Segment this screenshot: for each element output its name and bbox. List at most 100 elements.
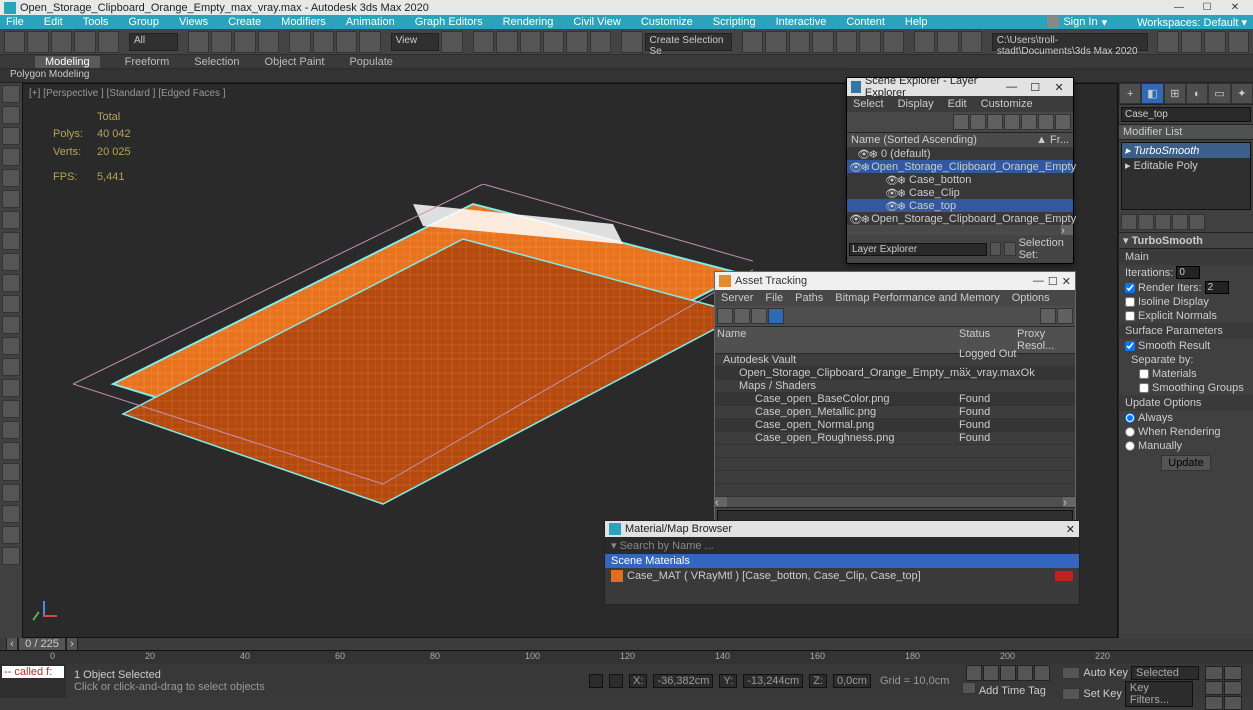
menu-tools[interactable]: Tools: [83, 16, 109, 28]
time-tag-icon[interactable]: [962, 682, 976, 694]
isoline-check[interactable]: [1125, 297, 1135, 307]
menu-group[interactable]: Group: [128, 16, 159, 28]
tab-display[interactable]: ▭: [1208, 83, 1230, 104]
undo-button[interactable]: [4, 31, 25, 53]
remove-mod-button[interactable]: [1172, 214, 1188, 230]
show-end-button[interactable]: [1138, 214, 1154, 230]
menu-rendering[interactable]: Rendering: [503, 16, 554, 28]
add-time-tag[interactable]: Add Time Tag: [979, 685, 1046, 697]
stack-editablepoly[interactable]: ▸ Editable Poly: [1122, 158, 1250, 173]
sep-sgroups-check[interactable]: [1139, 383, 1149, 393]
curve-editor-button[interactable]: [836, 31, 857, 53]
at-min-button[interactable]: —: [1033, 275, 1044, 287]
se-footer-dropdown[interactable]: [849, 243, 987, 256]
lt-18[interactable]: [2, 442, 20, 460]
menu-create[interactable]: Create: [228, 16, 261, 28]
viewport-label[interactable]: [+] [Perspective ] [Standard ] [Edged Fa…: [29, 88, 226, 99]
signin-button[interactable]: Sign In ▾: [1047, 16, 1107, 29]
at-row[interactable]: Open_Storage_Clipboard_Orange_Empty_max_…: [715, 367, 1075, 380]
material-editor-button[interactable]: [883, 31, 904, 53]
nav-max-button[interactable]: [1224, 696, 1242, 710]
z-field[interactable]: 0,0cm: [833, 674, 871, 688]
link-button[interactable]: [51, 31, 72, 53]
tab-create[interactable]: +: [1119, 83, 1141, 104]
at-menu-file[interactable]: File: [765, 292, 783, 304]
play-prev-button[interactable]: [983, 665, 999, 681]
manip-button[interactable]: [473, 31, 494, 53]
menu-modifiers[interactable]: Modifiers: [281, 16, 326, 28]
lt-22[interactable]: [2, 526, 20, 544]
se-row[interactable]: 👁❄Open_Storage_Clipboard_Orange_Empty: [847, 212, 1073, 225]
freeze-icon[interactable]: ❄: [897, 200, 908, 211]
rotate-button[interactable]: [313, 31, 334, 53]
material-section-scene[interactable]: Scene Materials: [605, 554, 1079, 568]
se-tool-7[interactable]: [1055, 114, 1071, 130]
refcoord-dropdown[interactable]: View: [391, 33, 440, 51]
iterations-spinner[interactable]: [1176, 266, 1200, 279]
at-close-button[interactable]: ✕: [1062, 275, 1071, 288]
maximize-button[interactable]: ☐: [1193, 0, 1221, 15]
render-iters-check[interactable]: [1125, 283, 1135, 293]
lt-1[interactable]: [2, 85, 20, 103]
lt-20[interactable]: [2, 484, 20, 502]
eye-icon[interactable]: 👁: [885, 187, 896, 198]
lt-16[interactable]: [2, 400, 20, 418]
render-setup-button[interactable]: [914, 31, 935, 53]
lt-15[interactable]: [2, 379, 20, 397]
lt-19[interactable]: [2, 463, 20, 481]
menu-scripting[interactable]: Scripting: [713, 16, 756, 28]
unlink-button[interactable]: [74, 31, 95, 53]
lt-11[interactable]: [2, 295, 20, 313]
at-tool-5[interactable]: [1040, 308, 1056, 324]
se-menu-select[interactable]: Select: [853, 98, 884, 110]
at-menu-paths[interactable]: Paths: [795, 292, 823, 304]
object-name-field[interactable]: [1121, 107, 1251, 122]
ribbon-tab-modeling[interactable]: Modeling: [35, 56, 100, 68]
pivot-button[interactable]: [441, 31, 462, 53]
se-tool-4[interactable]: [1004, 114, 1020, 130]
eye-icon[interactable]: 👁: [885, 174, 896, 185]
menu-views[interactable]: Views: [179, 16, 208, 28]
play-button[interactable]: [1000, 665, 1016, 681]
mb-close-button[interactable]: ✕: [1066, 523, 1075, 536]
ribbon-tab-freeform[interactable]: Freeform: [125, 56, 170, 68]
se-tool-6[interactable]: [1038, 114, 1054, 130]
at-menu-options[interactable]: Options: [1012, 292, 1050, 304]
maxscript-mini[interactable]: -- called f:: [0, 664, 66, 698]
mirror-button[interactable]: [742, 31, 763, 53]
at-tool-6[interactable]: [1057, 308, 1073, 324]
ribbon-tab-objectpaint[interactable]: Object Paint: [265, 56, 325, 68]
percent-snap-button[interactable]: [566, 31, 587, 53]
at-row[interactable]: Maps / Shaders: [715, 380, 1075, 393]
render-iters-spinner[interactable]: [1205, 281, 1229, 294]
snap-button[interactable]: [520, 31, 541, 53]
nav-pan-button[interactable]: [1205, 666, 1223, 680]
timeline-ruler[interactable]: 020406080100120140160180200220: [0, 650, 1253, 664]
minimize-button[interactable]: —: [1165, 0, 1193, 15]
update-always-radio[interactable]: [1125, 413, 1135, 423]
setkey-icon[interactable]: [1062, 688, 1080, 700]
explicit-check[interactable]: [1125, 311, 1135, 321]
at-row[interactable]: Case_open_Metallic.pngFound: [715, 406, 1075, 419]
tab-modify[interactable]: ◧: [1141, 83, 1163, 104]
render-frame-button[interactable]: [937, 31, 958, 53]
play-start-button[interactable]: [966, 665, 982, 681]
tab-motion[interactable]: ◐: [1186, 83, 1208, 104]
play-end-button[interactable]: [1034, 665, 1050, 681]
lt-4[interactable]: [2, 148, 20, 166]
toggle-ribbon-button[interactable]: [812, 31, 833, 53]
se-foot-b1[interactable]: [990, 242, 1001, 256]
keyfilters-button[interactable]: Key Filters...: [1125, 681, 1193, 707]
abs-icon[interactable]: [609, 674, 623, 688]
x-field[interactable]: -36,382cm: [653, 674, 713, 688]
at-col-proxy[interactable]: Proxy Resol...: [1017, 328, 1073, 352]
at-menu-server[interactable]: Server: [721, 292, 753, 304]
eye-icon[interactable]: 👁: [849, 213, 860, 224]
scale-button[interactable]: [336, 31, 357, 53]
lt-23[interactable]: [2, 547, 20, 565]
at-menu-bitmap[interactable]: Bitmap Performance and Memory: [835, 292, 999, 304]
at-tool-1[interactable]: [717, 308, 733, 324]
se-col-frozen[interactable]: ▲ Fr...: [1036, 134, 1069, 146]
nav-all-button[interactable]: [1224, 681, 1242, 695]
eye-icon[interactable]: 👁: [857, 148, 868, 159]
